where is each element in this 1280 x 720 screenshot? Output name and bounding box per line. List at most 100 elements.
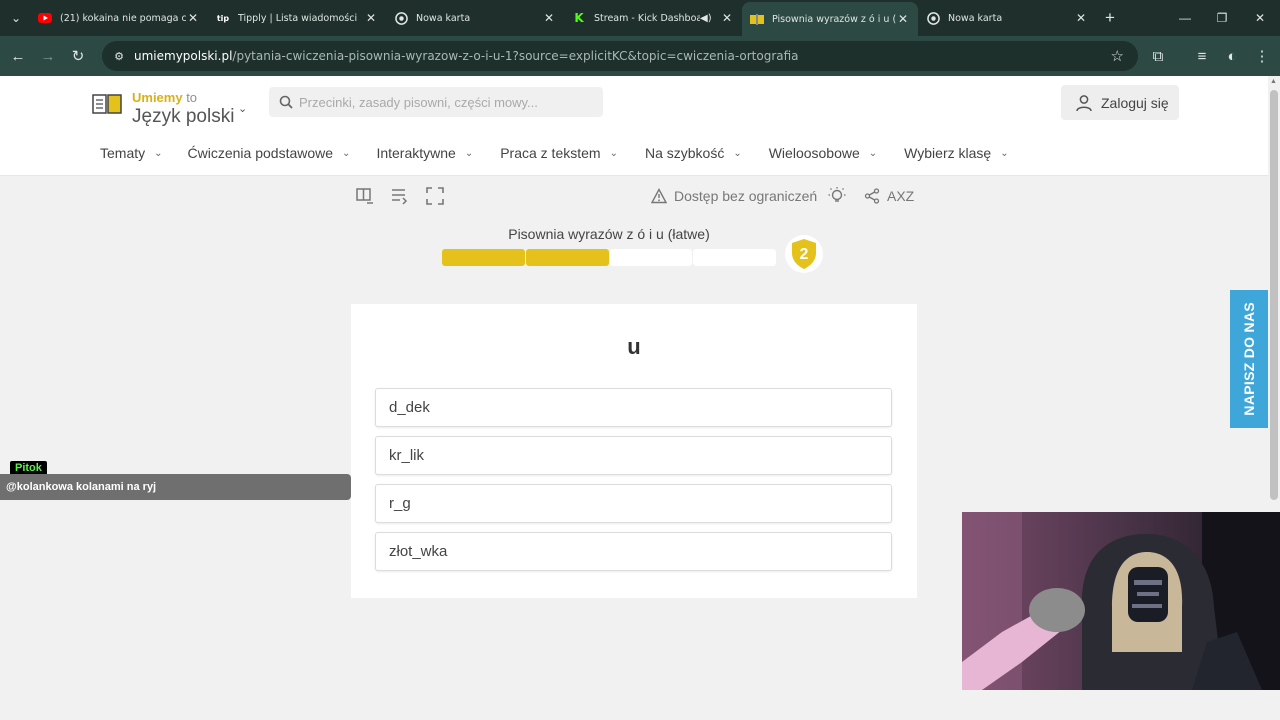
minimize-icon[interactable]: — <box>1165 6 1205 30</box>
warning-icon <box>651 188 667 204</box>
progress-segment-filled <box>442 249 525 266</box>
main-menu: Tematy ⌄ Ćwiczenia podstawowe ⌄ Interaktyw… <box>100 143 1009 163</box>
site-info-icon[interactable]: ⚙ <box>110 47 128 65</box>
bookmark-star-icon[interactable]: ☆ <box>1111 47 1124 65</box>
menu-item-interaktywne[interactable]: Interaktywne ⌄ <box>376 143 473 163</box>
chevron-down-icon: ⌄ <box>1000 147 1009 159</box>
tab-title: (21) kokaina nie pomaga ci w d <box>60 12 186 24</box>
logo-brand-text: Umiemy to <box>132 90 198 105</box>
lightbulb-icon[interactable] <box>827 186 847 206</box>
share-code: AXZ <box>887 188 915 204</box>
restore-icon[interactable]: ❐ <box>1202 6 1242 30</box>
login-label: Zaloguj się <box>1101 94 1169 111</box>
tab-search-chevron-icon[interactable]: ⌄ <box>6 8 26 28</box>
menu-item-na-szybkosc[interactable]: Na szybkość ⌄ <box>645 143 742 163</box>
close-tab-icon[interactable]: ✕ <box>896 12 910 26</box>
chevron-down-icon: ⌄ <box>868 147 878 159</box>
media-control-icon[interactable]: ≡ <box>1190 44 1214 68</box>
list-icon[interactable] <box>390 186 410 206</box>
unlimited-access-link[interactable]: Dostęp bez ograniczeń <box>651 186 817 206</box>
forward-arrow-icon[interactable]: → <box>36 44 60 68</box>
browser-tab[interactable]: Nowa karta ✕ <box>386 4 564 32</box>
user-icon <box>1076 94 1092 111</box>
logo-subject: Język polski <box>132 106 235 127</box>
chevron-down-icon: ⌄ <box>733 147 742 159</box>
book-toggle-icon[interactable] <box>355 186 375 206</box>
chevron-down-icon[interactable]: ⌄ <box>238 102 247 115</box>
chevron-down-icon: ⌄ <box>464 147 474 159</box>
scroll-thumb[interactable] <box>1270 90 1278 500</box>
umiemy-icon <box>750 12 764 26</box>
menu-item-wieloosobowe[interactable]: Wieloosobowe ⌄ <box>769 143 877 163</box>
scroll-up-arrow-icon[interactable]: ▲ <box>1270 78 1277 85</box>
search-icon <box>279 95 293 109</box>
menu-label: Wybierz klasę <box>904 145 992 161</box>
menu-item-wybierz-klase[interactable]: Wybierz klasę ⌄ <box>904 143 1008 163</box>
close-tab-icon[interactable]: ✕ <box>364 11 378 25</box>
share-button[interactable]: AXZ <box>864 186 914 206</box>
site-header: Umiemy to Język polski ⌄ Zaloguj się Tem… <box>0 76 1268 176</box>
search-input[interactable] <box>299 94 589 110</box>
extensions-icon[interactable]: ⧉ <box>1146 44 1170 68</box>
browser-tab[interactable]: K Stream - Kick Dashboard ◀) ✕ <box>564 4 742 32</box>
search-box[interactable] <box>269 87 603 117</box>
answer-option[interactable]: r_g <box>375 484 892 523</box>
site-logo[interactable]: Umiemy to Język polski ⌄ <box>92 88 252 128</box>
chat-message: @kolankowa kolanami na ryj <box>0 474 351 500</box>
close-tab-icon[interactable]: ✕ <box>542 11 556 25</box>
address-bar[interactable]: ⚙ umiemypolski.pl/pytania-cwiczenia-piso… <box>102 41 1138 71</box>
access-label: Dostęp bez ograniczeń <box>674 188 818 204</box>
chevron-down-icon: ⌄ <box>609 147 618 159</box>
level-badge: 2 <box>785 235 823 273</box>
close-tab-icon[interactable]: ✕ <box>186 11 200 25</box>
tab-title: Pisownia wyrazów z ó i u (łatwe) <box>772 13 896 25</box>
profile-avatar-icon[interactable]: ◐ <box>1220 44 1244 68</box>
back-arrow-icon[interactable]: ← <box>6 44 30 68</box>
menu-item-tematy[interactable]: Tematy ⌄ <box>100 143 163 163</box>
chevron-down-icon: ⌄ <box>154 147 163 159</box>
browser-toolbar: ← → ↻ ⚙ umiemypolski.pl/pytania-cwiczeni… <box>0 36 1280 76</box>
new-tab-button[interactable]: + <box>1100 8 1120 28</box>
close-tab-icon[interactable]: ✕ <box>720 11 734 25</box>
close-window-icon[interactable]: ✕ <box>1240 6 1280 30</box>
tab-title: Nowa karta <box>948 12 1003 24</box>
browser-tab[interactable]: Nowa karta ✕ <box>918 4 1096 32</box>
url-text: umiemypolski.pl/pytania-cwiczenia-pisown… <box>134 49 799 63</box>
book-logo-icon <box>92 94 122 114</box>
progress-segment-filled <box>525 249 609 266</box>
fullscreen-icon[interactable] <box>425 186 445 206</box>
browser-tab[interactable]: tip Tipply | Lista wiadomości ✕ <box>208 4 386 32</box>
close-tab-icon[interactable]: ✕ <box>1074 11 1088 25</box>
more-menu-icon[interactable]: ⋮ <box>1250 44 1274 68</box>
youtube-icon <box>38 11 52 25</box>
answer-option[interactable]: d_dek <box>375 388 892 427</box>
reload-icon[interactable]: ↻ <box>66 44 90 68</box>
browser-tab-active[interactable]: Pisownia wyrazów z ó i u (łatwe) ✕ <box>742 2 918 36</box>
exercise-title: Pisownia wyrazów z ó i u (łatwe) <box>508 226 710 242</box>
tab-title: Tipply | Lista wiadomości <box>238 12 358 24</box>
chrome-icon <box>926 11 940 25</box>
menu-label: Wieloosobowe <box>768 145 860 161</box>
speaker-icon[interactable]: ◀) <box>700 13 714 24</box>
menu-label: Ćwiczenia podstawowe <box>187 145 334 161</box>
question-letter: u <box>627 334 641 359</box>
tab-title: Stream - Kick Dashboard <box>594 12 700 24</box>
tab-title: Nowa karta <box>416 12 471 24</box>
share-icon <box>864 188 880 204</box>
answer-option[interactable]: kr_lik <box>375 436 892 475</box>
browser-tab-strip: ⌄ (21) kokaina nie pomaga ci w d ✕ tip T… <box>0 0 1280 36</box>
menu-item-praca-z-tekstem[interactable]: Praca z tekstem ⌄ <box>500 143 618 163</box>
tipply-icon: tip <box>216 13 230 23</box>
contact-us-tab[interactable]: NAPISZ DO NAS <box>1230 290 1268 428</box>
contact-label: NAPISZ DO NAS <box>1241 302 1257 416</box>
progress-segment-empty <box>693 249 776 266</box>
level-number: 2 <box>799 245 809 263</box>
menu-label: Tematy <box>100 145 146 161</box>
kick-icon: K <box>574 11 584 25</box>
answer-option[interactable]: złot_wka <box>375 532 892 571</box>
menu-item-cwiczenia-podstawowe[interactable]: Ćwiczenia podstawowe ⌄ <box>188 143 351 163</box>
webcam-image <box>962 512 1280 690</box>
browser-tab[interactable]: (21) kokaina nie pomaga ci w d ✕ <box>30 4 208 32</box>
login-button[interactable]: Zaloguj się <box>1061 85 1179 120</box>
menu-label: Na szybkość <box>644 145 725 161</box>
